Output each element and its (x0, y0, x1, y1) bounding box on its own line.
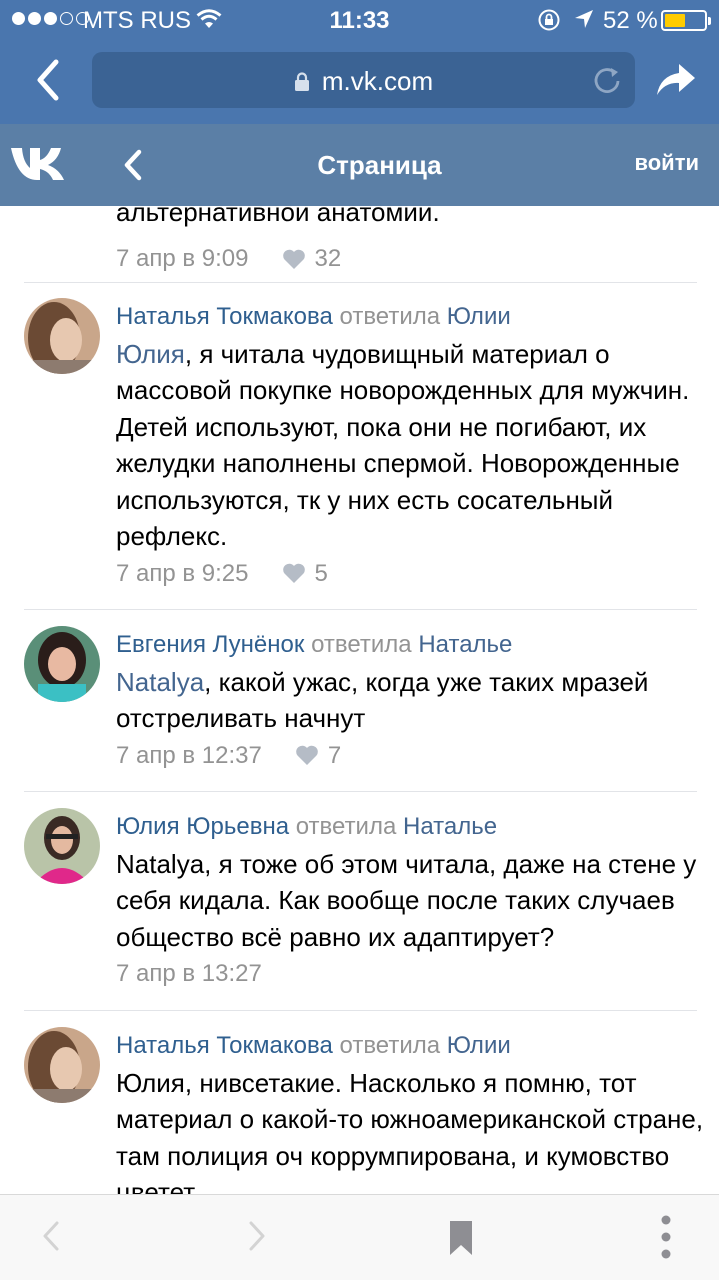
comment-date[interactable]: 7 апр в 9:09 (116, 245, 249, 273)
padlock-icon (294, 72, 309, 91)
forward-icon[interactable] (246, 1219, 268, 1253)
comment-text-body: , я читала чудовищный материал о массово… (116, 338, 690, 552)
author-link[interactable]: Евгения Лунёнок (116, 631, 304, 658)
like-button[interactable]: 32 (282, 245, 342, 273)
divider (24, 791, 697, 792)
comment-meta: 7 апр в 13:27 (116, 960, 706, 988)
reload-icon[interactable] (591, 64, 623, 96)
address-bar[interactable]: m.vk.com (92, 52, 635, 108)
heart-icon (296, 745, 318, 765)
comment-meta: 7 апр в 9:25 5 (116, 560, 706, 588)
avatar[interactable] (24, 298, 100, 374)
heart-icon (282, 249, 305, 269)
share-icon[interactable] (655, 62, 697, 98)
comment-body: Наталья Токмакова ответила Юлии Юлия, ни… (116, 1028, 706, 1194)
comment-header: Евгения Лунёнок ответила Наталье (116, 627, 706, 664)
comment-header: Наталья Токмакова ответила Юлии (116, 1028, 706, 1065)
rotation-lock-icon (538, 9, 560, 31)
reply-to-link[interactable]: Юлии (447, 303, 511, 330)
heart-icon (282, 563, 305, 583)
browser-back-icon[interactable] (30, 56, 70, 104)
battery-percent: 52 % (603, 7, 658, 34)
comment-partial: альтернативной анатомии. 7 апр в 9:09 32 (116, 206, 440, 272)
divider (24, 609, 697, 610)
comment-body: Юлия Юрьевна ответила Наталье Natalya, я… (116, 809, 706, 988)
vk-header: Страница войти (0, 124, 719, 206)
login-button[interactable]: войти (635, 150, 700, 176)
comment-text: Natalya, я тоже об этом читала, даже на … (116, 848, 697, 952)
bookmark-icon[interactable] (449, 1220, 473, 1256)
like-count: 7 (327, 741, 342, 769)
browser-toolbar (0, 1194, 719, 1280)
comment-text: Natalya, какой ужас, когда уже таких мра… (116, 664, 706, 737)
comment-text: альтернативной анатомии. (116, 206, 440, 227)
like-count: 5 (314, 559, 328, 587)
status-bar: MTS RUS 11:33 52 % (0, 0, 719, 40)
more-dots-icon[interactable] (659, 1215, 673, 1259)
like-count: 32 (314, 245, 342, 272)
avatar[interactable] (24, 626, 100, 702)
battery-level (665, 14, 685, 27)
mention-link[interactable]: Юлия (116, 339, 185, 369)
like-button[interactable]: 5 (282, 560, 328, 588)
author-link[interactable]: Наталья Токмакова (116, 1032, 333, 1059)
url-text: m.vk.com (321, 66, 434, 96)
comment-text: Юлия, нивсетакие. Насколько я помню, тот… (116, 1067, 704, 1195)
reply-to-link[interactable]: Наталье (403, 813, 497, 840)
comment-meta: 7 апр в 12:37 7 (116, 742, 706, 770)
author-link[interactable]: Наталья Токмакова (116, 303, 333, 330)
mention-link[interactable]: Natalya (116, 667, 204, 697)
comment-header: Наталья Токмакова ответила Юлии (116, 299, 706, 336)
comment-meta: 7 апр в 9:09 32 (116, 245, 341, 273)
battery-icon (661, 10, 711, 31)
divider (24, 282, 697, 283)
page-title: Страница (317, 150, 442, 180)
browser-chrome: MTS RUS 11:33 52 % m.vk.com (0, 0, 719, 124)
comment-date[interactable]: 7 апр в 13:27 (116, 960, 262, 988)
location-arrow-icon (575, 10, 593, 28)
comment-date[interactable]: 7 апр в 9:25 (116, 560, 249, 588)
reply-action: ответила (295, 813, 397, 840)
comment-body: Евгения Лунёнок ответила Наталье Natalya… (116, 627, 706, 770)
comment-text: Юлия, я читала чудовищный материал о мас… (116, 336, 706, 555)
reply-action: ответила (339, 303, 441, 330)
comment-header: Юлия Юрьевна ответила Наталье (116, 809, 706, 846)
comment-body: Наталья Токмакова ответила Юлии Юлия, я … (116, 299, 706, 588)
author-link[interactable]: Юлия Юрьевна (116, 813, 289, 840)
like-button[interactable]: 7 (295, 742, 341, 770)
avatar[interactable] (24, 1027, 100, 1103)
comments-feed[interactable]: альтернативной анатомии. 7 апр в 9:09 32… (0, 206, 719, 1194)
comment-date[interactable]: 7 апр в 12:37 (116, 742, 262, 770)
reply-to-link[interactable]: Наталье (418, 631, 512, 658)
reply-to-link[interactable]: Юлии (447, 1032, 511, 1059)
avatar[interactable] (24, 808, 100, 884)
divider (24, 1010, 697, 1011)
reply-action: ответила (311, 631, 412, 658)
back-icon[interactable] (40, 1219, 62, 1253)
reply-action: ответила (339, 1032, 441, 1059)
